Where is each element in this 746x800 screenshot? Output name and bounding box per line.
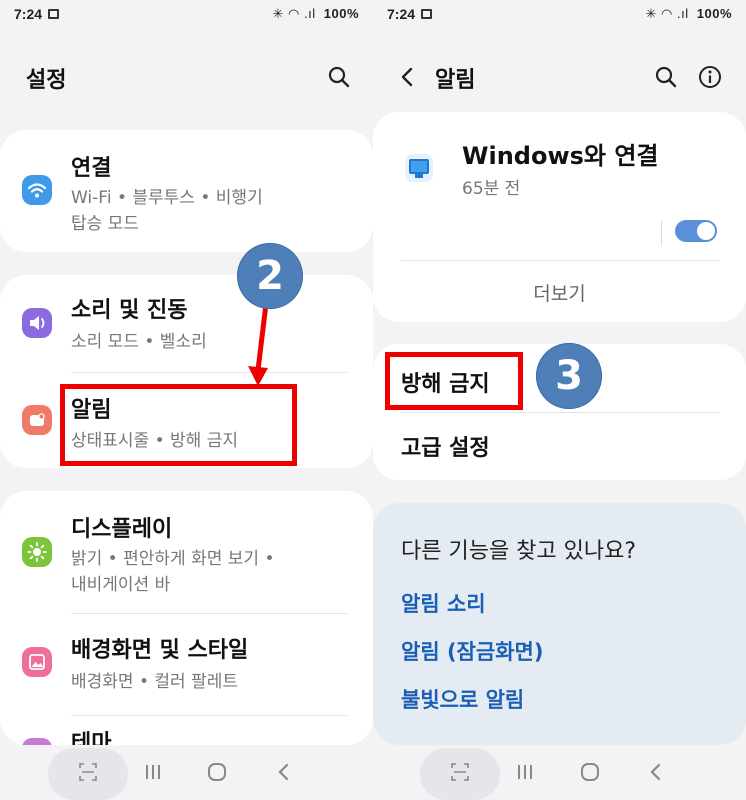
search-icon[interactable] (324, 62, 354, 92)
speaker-icon (22, 308, 52, 338)
back-icon[interactable] (274, 762, 294, 782)
app-notification-card: Windows와 연결 65분 전 더보기 (373, 112, 746, 322)
settings-item-title: 배경화면 및 스타일 (71, 638, 249, 663)
toggle-separator (661, 220, 662, 246)
status-bar: 7:24 ✳ ◠ .ıl 100% (373, 0, 746, 30)
home-icon[interactable] (207, 762, 227, 782)
suggestions-heading: 다른 기능을 찾고 있나요? (401, 539, 637, 564)
page-title: 설정 (26, 68, 67, 93)
link-light-notifications[interactable]: 불빛으로 알림 (401, 684, 524, 714)
highlight-notifications (60, 384, 297, 466)
notification-icon (22, 405, 52, 435)
step-badge: 2 (237, 243, 303, 309)
back-icon[interactable] (646, 762, 666, 782)
divider (401, 412, 720, 413)
status-indicators: ✳ ◠ .ıl (645, 6, 689, 21)
settings-item-subtitle-line2: 내비게이션 바 (71, 575, 171, 595)
status-indicators: ✳ ◠ .ıl (272, 6, 316, 21)
back-arrow-icon[interactable] (393, 62, 423, 92)
gallery-notification-icon (421, 9, 432, 19)
app-toggle[interactable] (675, 220, 717, 242)
app-name: Windows와 연결 (462, 142, 659, 170)
settings-item-subtitle: 소리 모드 • 벨소리 (71, 332, 207, 352)
link-lockscreen-notifications[interactable]: 알림 (잠금화면) (401, 636, 543, 666)
gallery-notification-icon (48, 9, 59, 19)
settings-item-display[interactable]: 디스플레이 밝기 • 편안하게 화면 보기 • 내비게이션 바 (0, 491, 373, 610)
step-badge: 3 (536, 343, 602, 409)
settings-item-title: 소리 및 진동 (71, 298, 188, 323)
status-right: ✳ ◠ .ıl 100% (646, 6, 732, 22)
settings-item-subtitle: Wi-Fi • 블루투스 • 비행기 (71, 188, 263, 208)
recents-icon[interactable] (143, 762, 163, 782)
wifi-icon (22, 175, 52, 205)
settings-item-sound[interactable]: 소리 및 진동 소리 모드 • 벨소리 (0, 275, 373, 371)
notifications-screen: 7:24 ✳ ◠ .ıl 100% 알림 Windows와 연결 65분 전 더… (373, 0, 746, 800)
page-title: 알림 (435, 68, 476, 93)
info-icon[interactable] (695, 62, 725, 92)
advanced-settings-item[interactable]: 고급 설정 (401, 430, 490, 462)
link-notification-sound[interactable]: 알림 소리 (401, 588, 486, 618)
settings-card-display: 디스플레이 밝기 • 편안하게 화면 보기 • 내비게이션 바 배경화면 및 스… (0, 491, 373, 756)
settings-item-title: 디스플레이 (71, 517, 173, 542)
divider (401, 260, 720, 261)
battery-level: 100% (696, 6, 732, 21)
highlight-do-not-disturb (385, 352, 523, 410)
pointer-arrow (248, 303, 269, 386)
wallpaper-icon (22, 647, 52, 677)
status-time: 7:24 (14, 6, 43, 22)
toggle-knob (697, 222, 715, 240)
recents-icon[interactable] (515, 762, 535, 782)
settings-item-subtitle: 배경화면 • 컬러 팔레트 (71, 672, 238, 692)
status-right: ✳ ◠ .ıl 100% (273, 6, 359, 22)
search-icon[interactable] (651, 62, 681, 92)
settings-item-wallpaper[interactable]: 배경화면 및 스타일 배경화면 • 컬러 팔레트 (0, 614, 373, 714)
battery-level: 100% (323, 6, 359, 21)
settings-screen: 7:24 ✳ ◠ .ıl 100% 설정 연결 Wi-Fi • 블루투스 • 비… (0, 0, 373, 800)
settings-item-subtitle: 밝기 • 편안하게 화면 보기 • (71, 549, 275, 569)
navigation-bar (0, 745, 373, 800)
suggestions-card: 다른 기능을 찾고 있나요? 알림 소리 알림 (잠금화면) 불빛으로 알림 (373, 503, 746, 745)
settings-item-title: 연결 (71, 156, 112, 181)
status-bar: 7:24 ✳ ◠ .ıl 100% (0, 0, 373, 30)
phone-link-app-icon (405, 154, 433, 182)
screenshot-icon[interactable] (450, 762, 470, 782)
settings-item-subtitle-line2: 탑승 모드 (71, 214, 139, 234)
status-time: 7:24 (387, 6, 416, 22)
notification-time: 65분 전 (462, 179, 521, 199)
screenshot-icon[interactable] (78, 762, 98, 782)
more-button[interactable]: 더보기 (373, 279, 746, 306)
navigation-bar (373, 745, 746, 800)
home-icon[interactable] (580, 762, 600, 782)
brightness-icon (22, 537, 52, 567)
